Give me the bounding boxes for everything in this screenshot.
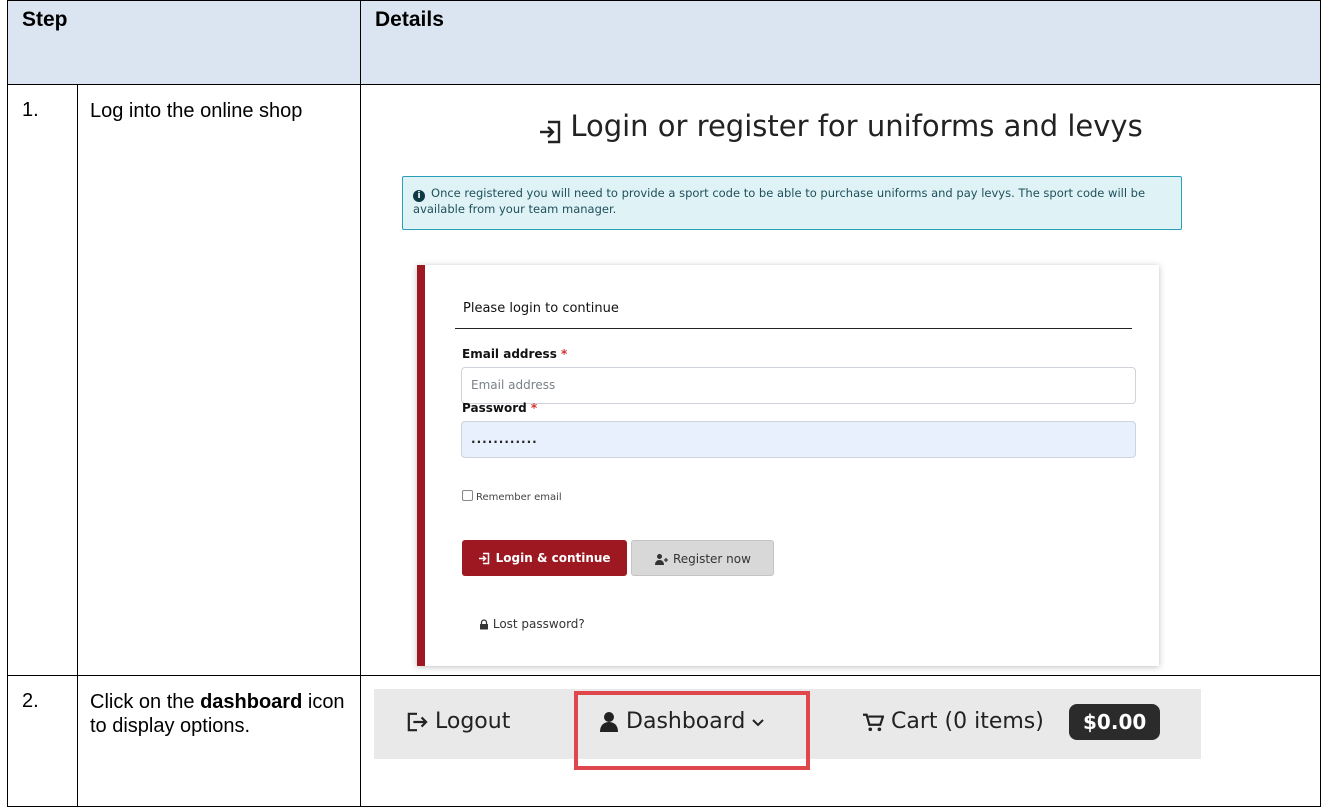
password-label: Password * — [462, 401, 537, 415]
instruction-table: Step Details 1. Log into the online shop… — [6, 0, 1322, 807]
step-number: 1. — [7, 84, 78, 676]
required-marker: * — [561, 347, 568, 361]
password-label-text: Password — [462, 401, 527, 415]
cart-label: Cart (0 items) — [891, 709, 1044, 734]
remember-checkbox[interactable] — [462, 490, 474, 501]
password-value: ............ — [471, 432, 538, 446]
login-button-label: Login & continue — [495, 551, 611, 565]
sign-in-icon — [479, 552, 490, 565]
header-row: Step Details — [6, 0, 1322, 85]
cart-total-badge: $0.00 — [1069, 704, 1161, 740]
email-placeholder: Email address — [471, 378, 556, 392]
step-row-2: 2. Click on the dashboard icon to displa… — [7, 675, 1322, 807]
user-add-icon — [655, 554, 669, 565]
header-details: Details — [360, 0, 1322, 85]
lock-icon — [480, 619, 489, 630]
logout-label: Logout — [435, 709, 511, 734]
step-description: Log into the online shop — [76, 84, 362, 676]
password-field[interactable]: ............ — [461, 421, 1137, 458]
card-divider — [455, 328, 1133, 329]
login-button[interactable]: Login & continue — [462, 540, 628, 576]
sign-out-icon — [407, 712, 428, 732]
step-row-1: 1. Log into the online shop Login or reg… — [7, 84, 1322, 676]
lost-password-label: Lost password? — [492, 617, 585, 631]
required-marker: * — [530, 401, 538, 415]
step-details: Logout Dashboard Cart (0 items) $0.00 — [360, 675, 1322, 807]
info-icon: i — [413, 190, 426, 202]
email-field[interactable]: Email address — [461, 367, 1137, 404]
cart-link[interactable]: Cart (0 items) — [862, 709, 1044, 734]
lost-password-link[interactable]: Lost password? — [479, 617, 585, 631]
register-button-label: Register now — [672, 552, 751, 566]
register-button[interactable]: Register now — [631, 540, 775, 576]
step-details: Login or register for uniforms and levys… — [360, 84, 1322, 676]
dashboard-highlight-box — [574, 691, 811, 770]
sign-in-icon — [538, 113, 564, 147]
card-heading: Please login to continue — [463, 301, 619, 316]
login-screenshot: Login or register for uniforms and levys… — [361, 85, 1320, 675]
login-title: Login or register for uniforms and levys — [361, 109, 1320, 147]
nav-bar-screenshot: Logout Dashboard Cart (0 items) $0.00 — [374, 689, 1202, 770]
step-description-bold: dashboard — [200, 691, 303, 713]
info-alert: i Once registered you will need to provid… — [402, 176, 1183, 230]
login-title-text: Login or register for uniforms and levys — [570, 109, 1143, 143]
email-label: Email address * — [462, 347, 567, 361]
remember-email[interactable]: Remember email — [462, 490, 562, 503]
header-step: Step — [6, 0, 362, 85]
logout-link[interactable]: Logout — [406, 709, 510, 734]
remember-label: Remember email — [476, 492, 562, 503]
email-label-text: Email address — [462, 347, 557, 361]
login-card: Please login to continue Email address *… — [417, 265, 1160, 666]
cart-icon — [863, 713, 885, 732]
step-description-prefix: Click on the — [90, 691, 201, 713]
info-text: Once registered you will need to provide… — [413, 186, 1146, 216]
step-description: Click on the dashboard icon to display o… — [76, 675, 362, 807]
step-number: 2. — [7, 675, 78, 807]
